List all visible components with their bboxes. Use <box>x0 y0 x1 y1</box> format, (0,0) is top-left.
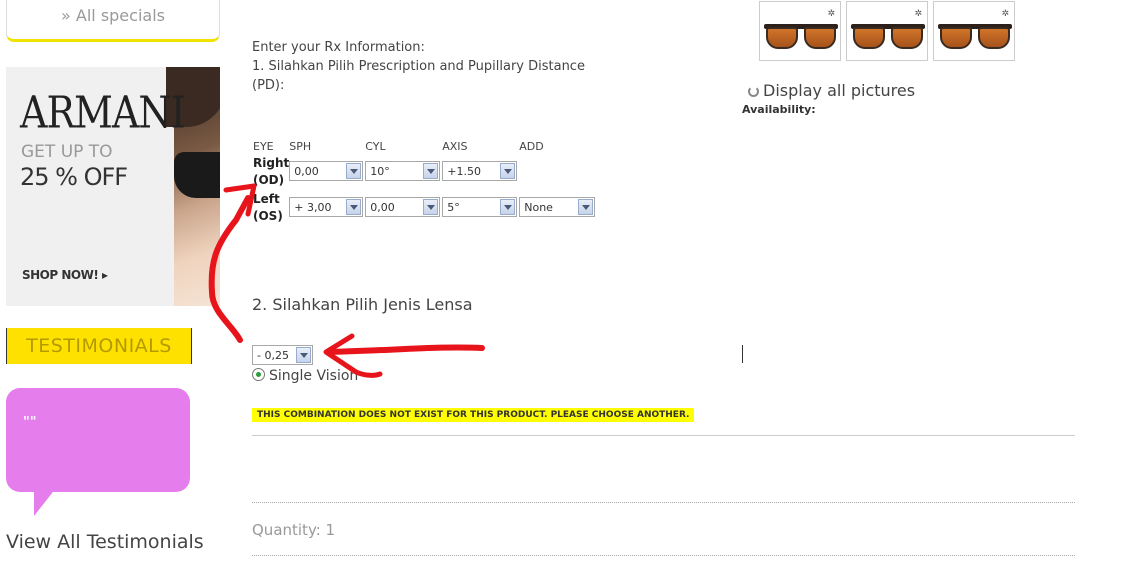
annotation-arrows <box>208 183 485 378</box>
annotation-arrowhead-left <box>323 333 383 378</box>
annotation-arrow-left <box>327 344 485 355</box>
annotation-arrow-up <box>208 195 251 343</box>
